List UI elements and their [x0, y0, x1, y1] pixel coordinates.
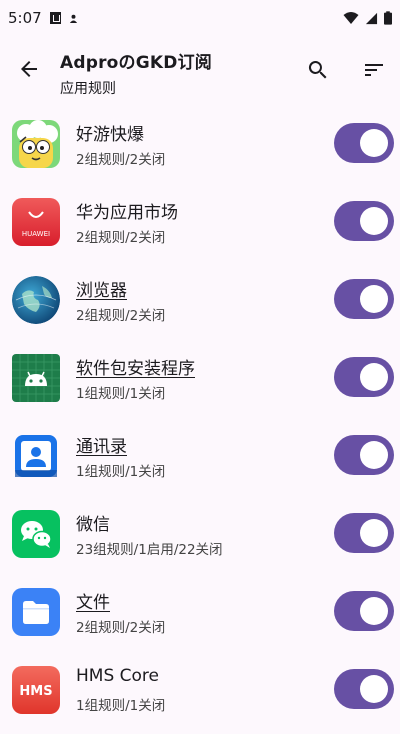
app-enable-switch[interactable] — [334, 591, 394, 631]
app-rule-summary: 2组规则/2关闭 — [76, 620, 166, 636]
app-rule-summary: 23组规则/1启用/22关闭 — [76, 542, 223, 558]
list-item[interactable]: 浏览器 2组规则/2关闭 — [0, 260, 400, 338]
hms-core-app-icon: HMS — [12, 666, 60, 714]
huawei-appgallery-app-icon: HUAWEI — [12, 198, 60, 246]
list-item[interactable]: 通讯录 1组规则/1关闭 — [0, 416, 400, 494]
app-enable-switch[interactable] — [334, 435, 394, 475]
back-button[interactable] — [14, 54, 44, 84]
app-enable-switch[interactable] — [334, 123, 394, 163]
app-name: 浏览器 — [76, 281, 127, 301]
huawei-logo-text: HUAWEI — [22, 230, 50, 238]
status-bar: 5:07 — [0, 0, 400, 36]
app-name: 好游快爆 — [76, 125, 144, 145]
app-rule-summary: 1组规则/1关闭 — [76, 698, 166, 714]
app-enable-switch[interactable] — [334, 279, 394, 319]
person-icon — [69, 14, 77, 23]
page-title: AdproのGKD订阅 — [60, 53, 212, 73]
files-app-icon — [12, 588, 60, 636]
app-enable-switch[interactable] — [334, 513, 394, 553]
app-rule-summary: 2组规则/2关闭 — [76, 308, 166, 324]
sort-button[interactable] — [358, 54, 390, 86]
contacts-app-icon — [12, 432, 60, 480]
sort-icon — [365, 64, 383, 76]
haoyoukuaibao-app-icon — [12, 120, 60, 168]
top-app-bar: AdproのGKD订阅 应用规则 — [0, 36, 400, 102]
app-name: 文件 — [76, 593, 110, 613]
wifi-icon — [343, 12, 359, 24]
app-enable-switch[interactable] — [334, 357, 394, 397]
notification-a-icon — [49, 12, 61, 24]
wechat-app-icon — [12, 510, 60, 558]
hms-logo-text: HMS — [19, 684, 52, 699]
search-icon — [308, 61, 327, 79]
title-block: AdproのGKD订阅 应用规则 — [60, 48, 212, 98]
app-name: HMS Core — [76, 666, 159, 686]
android-package-installer-icon — [12, 354, 60, 402]
search-button[interactable] — [302, 54, 334, 86]
arrow-back-icon — [21, 61, 37, 77]
page-subtitle: 应用规则 — [60, 81, 116, 97]
app-rule-list: 好游快爆 2组规则/2关闭 HUAWEI 华为应用市场 2组规则/2关闭 浏览器… — [0, 104, 400, 728]
app-name: 华为应用市场 — [76, 203, 178, 223]
app-rule-summary: 2组规则/2关闭 — [76, 152, 166, 168]
status-time: 5:07 — [8, 9, 42, 27]
app-name: 微信 — [76, 515, 110, 535]
list-item[interactable]: 好游快爆 2组规则/2关闭 — [0, 104, 400, 182]
list-item[interactable]: 软件包安装程序 1组规则/1关闭 — [0, 338, 400, 416]
app-rule-summary: 2组规则/2关闭 — [76, 230, 166, 246]
signal-icon — [365, 12, 378, 24]
browser-globe-app-icon — [12, 276, 60, 324]
app-rule-summary: 1组规则/1关闭 — [76, 386, 166, 402]
list-item[interactable]: 文件 2组规则/2关闭 — [0, 572, 400, 650]
app-enable-switch[interactable] — [334, 201, 394, 241]
app-name: 通讯录 — [76, 437, 127, 457]
app-enable-switch[interactable] — [334, 669, 394, 709]
list-item[interactable]: HMS HMS Core 1组规则/1关闭 — [0, 650, 400, 728]
battery-icon — [384, 11, 392, 25]
app-rule-summary: 1组规则/1关闭 — [76, 464, 166, 480]
app-name: 软件包安装程序 — [76, 359, 195, 379]
list-item[interactable]: 微信 23组规则/1启用/22关闭 — [0, 494, 400, 572]
list-item[interactable]: HUAWEI 华为应用市场 2组规则/2关闭 — [0, 182, 400, 260]
